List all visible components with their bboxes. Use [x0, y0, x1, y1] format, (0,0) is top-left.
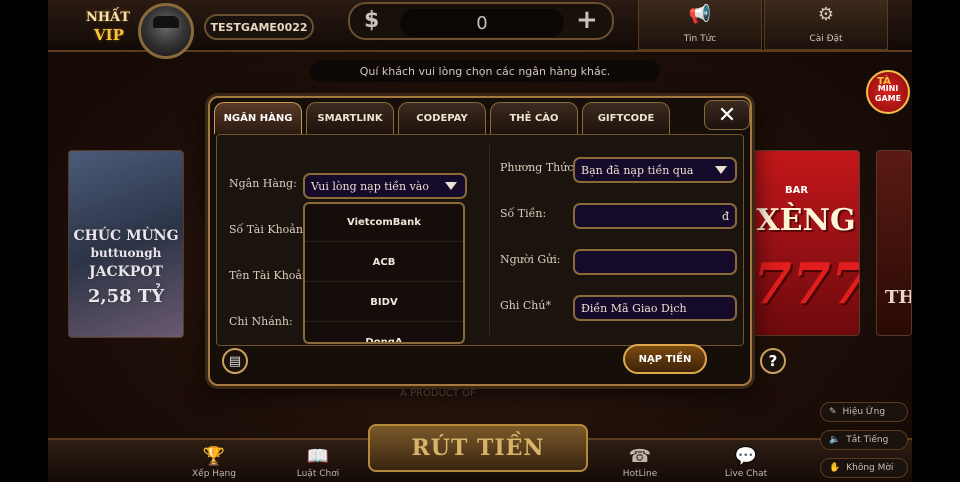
- amount-label: Số Tiền:: [500, 207, 547, 220]
- jackpot-card[interactable]: CHÚC MỪNG buttuongh JACKPOT 2,58 TỶ: [68, 150, 184, 338]
- leaderboard-label: Xếp Hạng: [192, 469, 236, 479]
- note-label: Ghi Chú*: [500, 299, 551, 312]
- news-label: Tin Tức: [683, 34, 717, 44]
- mute-toggle[interactable]: 🔈 Tắt Tiếng: [820, 430, 908, 450]
- note-placeholder: Điền Mã Giao Dịch: [581, 301, 687, 315]
- jackpot-line2: buttuongh: [90, 246, 162, 260]
- bank-dropdown-list: VietcomBank ACB BIDV DongA: [303, 202, 465, 344]
- note-input[interactable]: Điền Mã Giao Dịch: [573, 295, 737, 321]
- effects-toggle[interactable]: ✎ Hiệu Ứng: [820, 402, 908, 422]
- vip-logo-line2: VIP: [94, 26, 124, 44]
- rules-label: Luật Chơi: [296, 469, 340, 479]
- notice-text: Quí khách vui lòng chọn các ngân hàng kh…: [310, 60, 660, 82]
- live-chat-button[interactable]: 💬 Live Chat: [698, 440, 794, 482]
- hotline-label: HotLine: [622, 469, 658, 479]
- effects-label: Hiệu Ứng: [842, 407, 886, 417]
- hotline-button[interactable]: ☎ HotLine: [592, 440, 688, 482]
- tab-giftcode[interactable]: GIFTCODE: [582, 102, 670, 134]
- xeng-title: XÈNG: [756, 203, 856, 238]
- xeng-game-card[interactable]: BAR XÈNG 777: [752, 150, 860, 336]
- hand-icon: ✋: [829, 463, 841, 473]
- tab-bank[interactable]: NGÂN HÀNG: [214, 102, 302, 134]
- bank-label: Ngân Hàng:: [229, 177, 297, 190]
- trophy-icon: 🏆: [202, 446, 226, 467]
- settings-label: Cài Đặt: [809, 34, 843, 44]
- megaphone-icon: 📢: [688, 4, 712, 25]
- tab-card[interactable]: THẺ CÀO: [490, 102, 578, 134]
- device-icon[interactable]: ▤: [222, 348, 248, 374]
- bank-select-value: Vui lòng nạp tiền vào: [311, 179, 429, 193]
- sender-input[interactable]: [573, 249, 737, 275]
- leaderboard-button[interactable]: 🏆 Xếp Hạng: [166, 440, 262, 482]
- vip-logo-line1: NHẤT: [86, 10, 130, 25]
- news-button[interactable]: 📢 Tin Tức: [638, 0, 762, 50]
- bank-option-bidv[interactable]: BIDV: [305, 284, 463, 322]
- settings-button[interactable]: ⚙ Cài Đặt: [764, 0, 888, 50]
- tab-smartlink[interactable]: SMARTLINK: [306, 102, 394, 134]
- account-number-label: Số Tài Khoản:: [229, 223, 307, 236]
- deposit-submit-button[interactable]: NẠP TIỀN: [623, 344, 707, 374]
- bank-select[interactable]: Vui lòng nạp tiền vào: [303, 173, 467, 199]
- mini-game-line1: MINI: [877, 84, 899, 93]
- withdraw-button[interactable]: RÚT TIỀN: [368, 424, 588, 472]
- amount-input[interactable]: đ: [573, 203, 737, 229]
- dollar-icon: $: [364, 8, 380, 33]
- method-select-value: Bạn đã nạp tiền qua: [581, 163, 694, 177]
- top-bar: NHẤT VIP TESTGAME0022 $ 0 + 📢 Tin Tức ⚙ …: [48, 0, 912, 59]
- method-label: Phương Thức:: [500, 161, 578, 174]
- speaker-icon: 🔈: [829, 435, 841, 445]
- bank-option-vietcombank[interactable]: VietcomBank: [305, 204, 463, 242]
- mute-label: Tắt Tiếng: [846, 435, 889, 445]
- account-name-label: Tên Tài Khoản:: [229, 269, 313, 282]
- jackpot-line3: JACKPOT: [89, 264, 163, 280]
- chat-icon: 💬: [734, 446, 758, 467]
- bank-option-donga[interactable]: DongA: [305, 324, 463, 342]
- hat-icon: [153, 16, 179, 28]
- branch-label: Chi Nhánh:: [229, 315, 293, 328]
- game-area: NHẤT VIP TESTGAME0022 $ 0 + 📢 Tin Tức ⚙ …: [48, 0, 912, 482]
- tab-codepay[interactable]: CODEPAY: [398, 102, 486, 134]
- vip-logo: NHẤT VIP: [84, 6, 132, 48]
- phone-icon: ☎: [628, 446, 652, 467]
- chevron-down-icon: [445, 182, 457, 190]
- username-badge[interactable]: TESTGAME0022: [204, 14, 314, 40]
- bank-panel: Ngân Hàng: Vui lòng nạp tiền vào Số Tài …: [216, 134, 744, 346]
- avatar[interactable]: [138, 3, 194, 59]
- partial-game-card[interactable]: TH: [876, 150, 912, 336]
- close-button[interactable]: ✕: [704, 100, 750, 130]
- chevron-down-icon: [715, 166, 727, 174]
- help-button[interactable]: ?: [760, 348, 786, 374]
- add-funds-button[interactable]: +: [576, 5, 598, 35]
- rules-button[interactable]: 📖 Luật Chơi: [270, 440, 366, 482]
- bank-option-acb[interactable]: ACB: [305, 244, 463, 282]
- 777-label: 777: [753, 251, 860, 317]
- invite-label: Không Mời: [846, 463, 894, 473]
- mini-game-button[interactable]: TÀ MINI GAME: [866, 70, 910, 114]
- mini-game-line2: GAME: [874, 94, 902, 103]
- book-icon: 📖: [306, 446, 330, 467]
- screen: NHẤT VIP TESTGAME0022 $ 0 + 📢 Tin Tức ⚙ …: [0, 0, 960, 482]
- currency-suffix: đ: [721, 210, 729, 223]
- live-chat-label: Live Chat: [724, 469, 768, 479]
- gear-icon: ⚙: [817, 4, 835, 25]
- jackpot-amount: 2,58 TỶ: [87, 286, 165, 307]
- balance-box: $ 0 +: [348, 2, 614, 40]
- jackpot-line1: CHÚC MỪNG: [73, 228, 179, 244]
- product-credit: A PRODUCT OF: [400, 388, 476, 399]
- sender-label: Người Gửi:: [500, 253, 561, 266]
- bar-label: BAR: [785, 185, 809, 196]
- wand-icon: ✎: [829, 407, 837, 417]
- balance-amount: 0: [400, 9, 564, 37]
- deposit-modal: NGÂN HÀNG SMARTLINK CODEPAY THẺ CÀO GIFT…: [208, 96, 786, 386]
- invite-toggle[interactable]: ✋ Không Mời: [820, 458, 908, 478]
- method-select[interactable]: Bạn đã nạp tiền qua: [573, 157, 737, 183]
- partial-card-text: TH: [885, 287, 911, 308]
- column-divider: [489, 145, 490, 335]
